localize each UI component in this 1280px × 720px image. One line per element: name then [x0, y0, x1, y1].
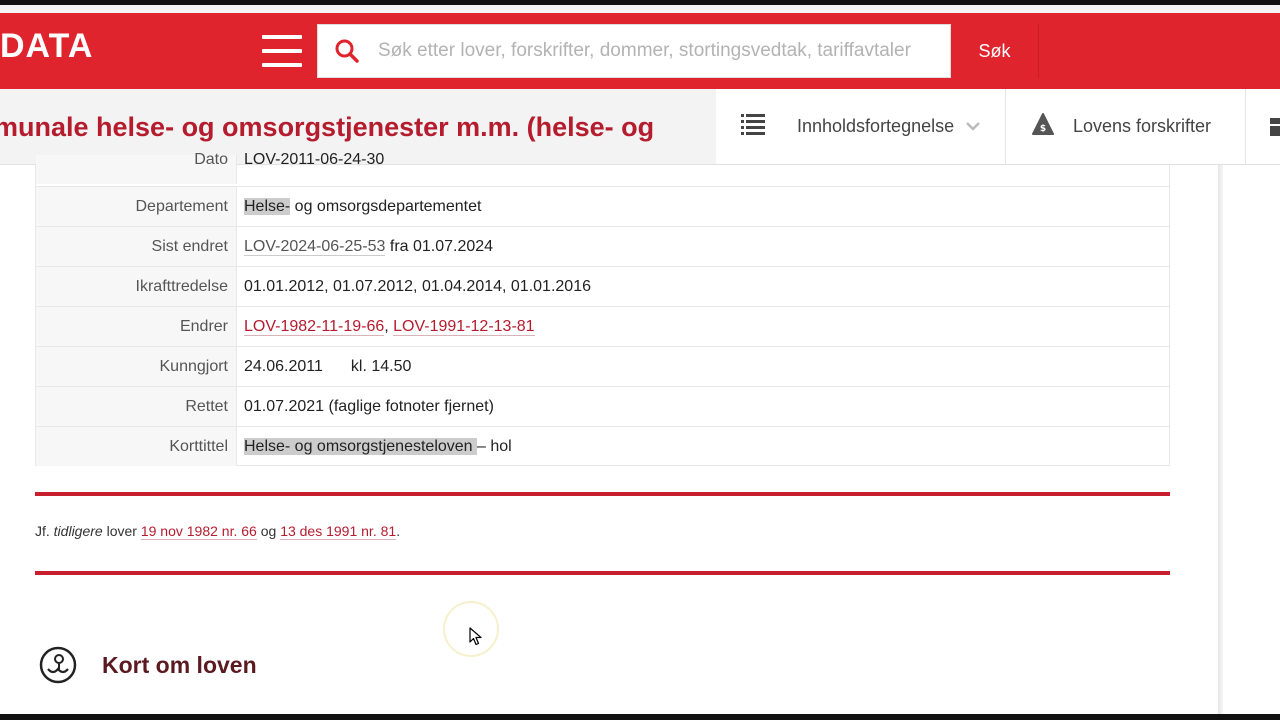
mouse-cursor-icon: [469, 627, 482, 651]
section-heading: Kort om loven: [102, 651, 257, 678]
endrer-value: LOV-1982-11-19-66, LOV-1991-12-13-81: [244, 307, 535, 346]
endrer-link-1991[interactable]: LOV-1991-12-13-81: [393, 318, 535, 336]
section-divider: [35, 492, 1170, 496]
nav-contents-label: Innholdsfortegnelse: [797, 116, 955, 136]
kunngjort-value: 24.06.2011 kl. 14.50: [244, 347, 411, 386]
dato-value: LOV-2011-06-24-30: [244, 151, 385, 168]
sist-endret-link[interactable]: LOV-2024-06-25-53: [244, 238, 386, 256]
search-box: [317, 24, 951, 78]
menu-icon[interactable]: [262, 33, 302, 69]
law-metadata-table: Dato LOV-2011-06-24-30 Departement Helse…: [35, 152, 1170, 466]
endrer-label: Endrer: [36, 307, 237, 346]
departement-rest: og omsorgsdepartementet: [290, 198, 482, 215]
korttittel-label: Korttittel: [36, 427, 237, 466]
table-row: Dato LOV-2011-06-24-30: [36, 151, 1169, 185]
page-shadow: [1218, 165, 1223, 720]
endrer-link-1982[interactable]: LOV-1982-11-19-66: [244, 318, 385, 336]
sist-endret-rest: fra 01.07.2024: [385, 238, 494, 255]
dato-label: Dato: [36, 152, 237, 184]
section-divider: [35, 571, 1170, 575]
svg-text:$: $: [1040, 124, 1046, 134]
korttittel-rest: – hol: [477, 438, 512, 455]
kunngjort-label: Kunngjort: [36, 347, 237, 386]
search-input[interactable]: [376, 25, 950, 77]
korttittel-value: Helse- og omsorgstjenesteloven – hol: [244, 427, 512, 466]
ikrafttredelse-value: 01.01.2012, 01.07.2012, 01.04.2014, 01.0…: [244, 278, 591, 295]
table-row: Departement Helse- og omsorgsdepartement…: [36, 186, 1169, 226]
nav-table-of-contents[interactable]: Innholdsfortegnelse: [716, 89, 1006, 164]
search-highlight: Helse-: [244, 198, 291, 215]
ikrafttredelse-label: Ikrafttredelse: [36, 267, 237, 306]
note-link-1982[interactable]: 19 nov 1982 nr. 66: [140, 523, 257, 540]
sist-endret-value: LOV-2024-06-25-53 fra 01.07.2024: [244, 227, 493, 266]
list-icon: [741, 113, 765, 140]
note-italic: tidligere: [53, 523, 103, 539]
note-end: .: [396, 523, 401, 539]
sist-endret-label: Sist endret: [36, 227, 237, 266]
money-bag-icon: $: [1031, 112, 1055, 141]
title-bar: munale helse- og omsorgstjenester m.m. (…: [0, 89, 1280, 165]
endrer-separator: ,: [384, 318, 394, 335]
window-bottom-strip: [0, 714, 1280, 720]
rettet-value: 01.07.2021 (faglige fotnoter fjernet): [244, 398, 494, 415]
note-link-1991[interactable]: 13 des 1991 nr. 81: [280, 523, 397, 540]
table-row: Sist endret LOV-2024-06-25-53 fra 01.07.…: [36, 226, 1169, 266]
nav-law-regulations[interactable]: $ Lovens forskrifter: [1006, 89, 1247, 164]
search-icon: [318, 24, 376, 78]
law-summary-icon: [38, 645, 78, 685]
title-nav: Innholdsfortegnelse $ Lovens forskrifter: [716, 89, 1280, 164]
departement-value: Helse- og omsorgsdepartementet: [244, 187, 481, 226]
rettet-label: Rettet: [36, 387, 237, 426]
note-and: og: [256, 523, 281, 539]
table-row: Korttittel Helse- og omsorgstjenestelove…: [36, 426, 1169, 466]
kunngjort-time: kl. 14.50: [350, 358, 412, 375]
departement-label: Departement: [36, 187, 237, 226]
table-row: Kunngjort 24.06.2011 kl. 14.50: [36, 346, 1169, 386]
kunngjort-date: 24.06.2011: [244, 358, 323, 375]
browser-bar: [0, 5, 1280, 13]
chevron-down-icon: [966, 118, 981, 136]
table-row: Rettet 01.07.2021 (faglige fotnoter fjer…: [36, 386, 1169, 426]
site-logo[interactable]: DATA: [0, 27, 93, 66]
nav-regulations-label: Lovens forskrifter: [1072, 116, 1212, 136]
site-header: DATA Søk: [0, 13, 1280, 89]
note-middle: lover: [102, 523, 141, 539]
history-note: Jf. tidligere lover 19 nov 1982 nr. 66 o…: [35, 523, 401, 540]
table-row: Endrer LOV-1982-11-19-66, LOV-1991-12-13…: [36, 306, 1169, 346]
search-highlight: Helse- og omsorgstjenesteloven: [244, 438, 478, 455]
note-prefix: Jf.: [35, 523, 54, 539]
search-button[interactable]: Søk: [951, 24, 1039, 78]
section-kort-om-loven: Kort om loven: [38, 645, 257, 685]
print-icon[interactable]: [1246, 89, 1280, 164]
table-row: Ikrafttredelse 01.01.2012, 01.07.2012, 0…: [36, 266, 1169, 306]
